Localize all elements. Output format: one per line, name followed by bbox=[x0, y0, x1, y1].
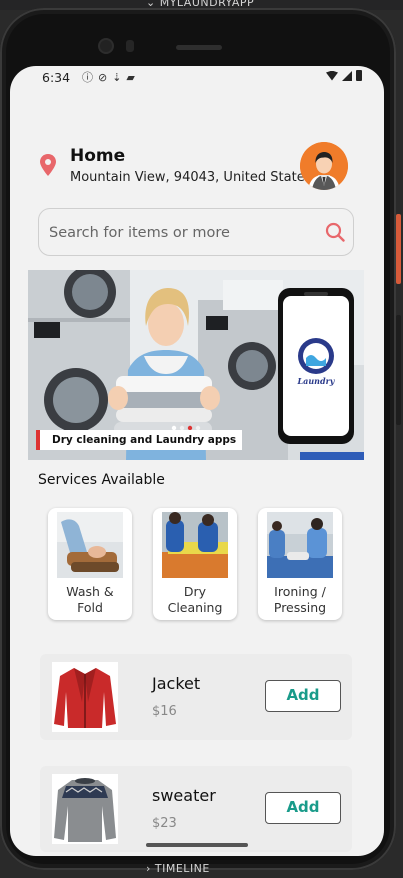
sensor-icon bbox=[126, 40, 134, 52]
location-title[interactable]: Home bbox=[70, 146, 125, 166]
volume-button bbox=[396, 315, 401, 425]
service-thumb bbox=[267, 512, 333, 578]
promo-banner[interactable]: Laundry Dry cleaning and Laundry apps bbox=[28, 270, 364, 460]
dry-cleaning-image bbox=[162, 512, 228, 578]
jacket-image bbox=[52, 662, 118, 732]
service-label: Wash & Fold bbox=[48, 584, 132, 616]
signal-icon bbox=[342, 70, 352, 81]
service-card-dry-cleaning[interactable]: Dry Cleaning bbox=[153, 508, 237, 620]
power-button bbox=[396, 214, 401, 284]
product-price: $16 bbox=[152, 704, 177, 719]
user-avatar-icon bbox=[300, 142, 348, 190]
editor-bottom-label: › TIMELINE bbox=[146, 862, 210, 875]
ironing-image bbox=[267, 512, 333, 578]
banner-phone-logo-text: Laundry bbox=[297, 376, 336, 386]
phone-frame: 6:34 ⓘ⊘⇣▰ Home Mountain View, 94043, Uni… bbox=[0, 8, 396, 870]
wifi-icon bbox=[326, 70, 338, 81]
services-title: Services Available bbox=[38, 472, 165, 488]
service-label: Dry Cleaning bbox=[153, 584, 237, 616]
status-bar: 6:34 ⓘ⊘⇣▰ bbox=[10, 66, 384, 90]
product-name: sweater bbox=[152, 786, 216, 805]
location-pin-icon[interactable] bbox=[40, 154, 56, 176]
search-icon[interactable] bbox=[325, 222, 345, 242]
editor-bottom-text: TIMELINE bbox=[154, 862, 210, 875]
product-card-jacket: Jacket $16 Add bbox=[40, 654, 352, 740]
sweater-image bbox=[52, 774, 118, 844]
product-name: Jacket bbox=[152, 674, 201, 693]
service-thumb bbox=[57, 512, 123, 578]
status-notification-icons: ⓘ⊘⇣▰ bbox=[82, 71, 140, 84]
wash-fold-image bbox=[57, 512, 123, 578]
service-label-line1: Wash & bbox=[66, 584, 114, 599]
camera-icon bbox=[100, 40, 112, 52]
product-price: $23 bbox=[152, 816, 177, 831]
search-input[interactable] bbox=[47, 219, 321, 247]
home-indicator[interactable] bbox=[146, 843, 248, 847]
service-label-line1: Dry bbox=[183, 584, 207, 599]
service-card-ironing[interactable]: Ironing / Pressing bbox=[258, 508, 342, 620]
profile-avatar[interactable] bbox=[300, 142, 348, 190]
add-jacket-button[interactable]: Add bbox=[265, 680, 341, 712]
product-thumb bbox=[52, 774, 118, 844]
banner-caption: Dry cleaning and Laundry apps bbox=[36, 430, 243, 450]
speaker-grille bbox=[176, 45, 222, 50]
product-thumb bbox=[52, 662, 118, 732]
search-bar[interactable] bbox=[38, 208, 354, 256]
service-label-line2: Cleaning bbox=[167, 600, 223, 615]
chevron-right-icon: › bbox=[146, 862, 155, 875]
battery-icon bbox=[356, 70, 362, 81]
product-card-sweater: sweater $23 Add bbox=[40, 766, 352, 852]
app-screen: 6:34 ⓘ⊘⇣▰ Home Mountain View, 94043, Uni… bbox=[10, 66, 384, 856]
service-card-wash-fold[interactable]: Wash & Fold bbox=[48, 508, 132, 620]
status-system-icons bbox=[326, 70, 362, 81]
status-time: 6:34 bbox=[42, 70, 71, 85]
add-sweater-button[interactable]: Add bbox=[265, 792, 341, 824]
service-label-line1: Ironing / bbox=[274, 584, 326, 599]
service-label-line2: Pressing bbox=[273, 600, 327, 615]
location-address[interactable]: Mountain View, 94043, United States bbox=[70, 170, 311, 185]
service-label: Ironing / Pressing bbox=[258, 584, 342, 616]
service-thumb bbox=[162, 512, 228, 578]
service-label-line2: Fold bbox=[77, 600, 103, 615]
